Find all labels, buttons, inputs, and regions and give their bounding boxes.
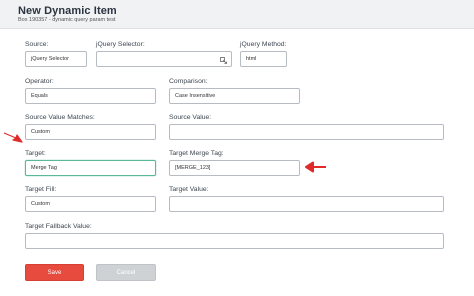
target-merge-tag-input[interactable]: [MERGE_123] — [169, 160, 300, 176]
red-arrow-icon — [3, 132, 23, 143]
page-title: New Dynamic Item — [18, 5, 117, 17]
source-select[interactable]: jQuery Selector — [25, 51, 87, 67]
operator-label: Operator: — [25, 78, 54, 85]
operator-select[interactable]: Equals — [25, 88, 156, 104]
comparison-label: Comparison: — [169, 78, 208, 85]
target-select[interactable]: Merge Tag — [25, 160, 156, 176]
jquery-method-value: html — [246, 56, 257, 62]
target-merge-tag-label: Target Merge Tag: — [169, 150, 224, 157]
source-value-label: Source Value: — [169, 114, 212, 121]
source-value-matches-select[interactable]: Custom — [25, 124, 156, 140]
source-value: jQuery Selector — [31, 56, 69, 62]
operator-value: Equals — [31, 93, 48, 99]
target-value-input[interactable] — [169, 196, 444, 212]
jquery-method-label: jQuery Method: — [240, 41, 287, 48]
jquery-selector-label: jQuery Selector: — [96, 41, 145, 48]
page-subtitle: Box 190357 - dynamic query param test — [18, 17, 116, 23]
source-label: Source: — [25, 41, 49, 48]
target-label: Target: — [25, 150, 46, 157]
picker-icon[interactable] — [220, 57, 227, 64]
comparison-select[interactable]: Case Insensitive — [169, 88, 300, 104]
target-value: Merge Tag — [31, 165, 57, 171]
source-value-matches-value: Custom — [31, 129, 50, 135]
source-value-matches-label: Source Value Matches: — [25, 114, 95, 121]
target-fallback-value-input[interactable] — [25, 233, 444, 249]
target-fallback-value-label: Target Fallback Value: — [25, 223, 92, 230]
target-fill-select[interactable]: Custom — [25, 196, 156, 212]
target-fill-value: Custom — [31, 201, 50, 207]
target-fill-label: Target Fill: — [25, 186, 57, 193]
source-value-input[interactable] — [169, 124, 444, 140]
red-arrow-icon — [305, 161, 326, 173]
dialog-header: New Dynamic Item Box 190357 - dynamic qu… — [0, 0, 474, 29]
jquery-method-input[interactable]: html — [240, 51, 287, 67]
jquery-selector-input[interactable] — [96, 51, 232, 67]
cancel-button[interactable]: Cancel — [96, 264, 156, 281]
target-value-label: Target Value: — [169, 186, 209, 193]
target-merge-tag-value: [MERGE_123] — [175, 165, 211, 171]
comparison-value: Case Insensitive — [175, 93, 216, 99]
save-button[interactable]: Save — [25, 264, 84, 281]
